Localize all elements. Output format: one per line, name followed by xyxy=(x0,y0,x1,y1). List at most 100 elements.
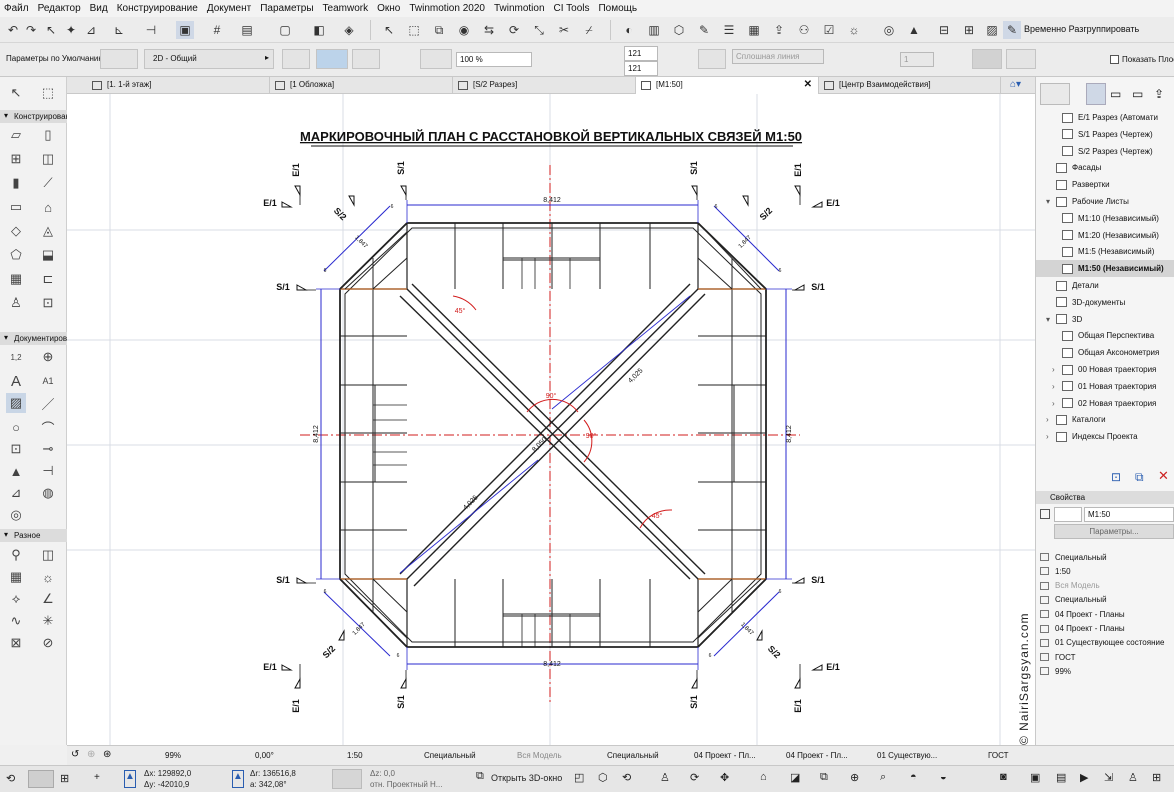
fill-cover-button[interactable] xyxy=(352,49,380,69)
roof-tool-icon[interactable]: ⌂ xyxy=(38,197,58,217)
3d-box-icon[interactable]: ◰ xyxy=(574,771,584,784)
menu-item[interactable]: Twinmotion 2020 xyxy=(409,3,485,14)
light-tool-icon[interactable]: ☼ xyxy=(38,567,58,587)
navigator-item[interactable]: Общая Аксонометрия xyxy=(1036,344,1174,361)
orbit-icon[interactable]: ⟲ xyxy=(622,771,631,784)
navigator-item[interactable]: › Каталоги xyxy=(1036,411,1174,428)
plus-icon[interactable]: + xyxy=(94,772,100,783)
show-plane-checkbox[interactable] xyxy=(1110,55,1119,64)
cube-icon[interactable]: ⬡ xyxy=(598,771,608,784)
menu-item[interactable]: Помощь xyxy=(598,3,637,14)
menu-item[interactable]: Документ xyxy=(207,3,251,14)
line-type-field[interactable]: Сплошная линия xyxy=(732,49,824,64)
model-value[interactable]: Вся Модель xyxy=(517,751,562,760)
pen-icon[interactable]: ✎ xyxy=(695,21,713,39)
drawing-canvas[interactable]: МАРКИРОВОЧНЫЙ ПЛАН С РАССТАНОВКОЙ ВЕРТИК… xyxy=(67,94,1035,745)
window-tool-icon[interactable]: ⊞ xyxy=(6,149,26,169)
worksheet-tool-icon[interactable]: ◍ xyxy=(38,483,58,503)
split-icon[interactable]: ✂ xyxy=(555,21,573,39)
menu-item[interactable]: Teamwork xyxy=(323,3,369,14)
property-row[interactable]: 04 Проект - Планы xyxy=(1040,607,1174,621)
tab-floor-1[interactable]: [1. 1-й этаж] xyxy=(87,77,270,94)
expand-icon[interactable]: › xyxy=(1046,415,1056,424)
eye-icon[interactable]: ◉ xyxy=(455,21,473,39)
menu-item[interactable]: Файл xyxy=(4,3,29,14)
text-tool-icon[interactable]: A xyxy=(6,371,26,391)
navigator-item[interactable]: M1:5 (Независимый) xyxy=(1036,243,1174,260)
tab-cover[interactable]: [1 Обложка] xyxy=(270,77,453,94)
level-tool-icon[interactable]: ⊕ xyxy=(38,347,58,367)
coord-dx[interactable]: Δx: 129892,0 xyxy=(144,769,191,778)
menu-item[interactable]: CI Tools xyxy=(554,3,590,14)
fill-percent-field[interactable]: 100 % xyxy=(456,52,532,67)
publisher-sets-icon[interactable]: ⇪ xyxy=(1154,87,1164,101)
fill-pattern-button[interactable] xyxy=(420,49,452,69)
delta-icon[interactable]: ▲ xyxy=(124,770,136,788)
group-icon[interactable]: ▨ xyxy=(983,21,1001,39)
layer-combo-value[interactable]: 04 Проект - Пл... xyxy=(694,751,756,760)
sun-icon[interactable]: ☼ xyxy=(845,21,863,39)
coord-dz[interactable]: Δz: 0,0 xyxy=(370,769,395,778)
grid-toggle-icon[interactable] xyxy=(28,770,54,788)
pick-up-icon[interactable]: ⊿ xyxy=(82,21,100,39)
navigator-item[interactable]: ▾ Рабочие Листы xyxy=(1036,193,1174,210)
navigator-item[interactable]: Общая Перспектива xyxy=(1036,327,1174,344)
section-marker-icon[interactable]: ⊣ xyxy=(38,461,58,481)
ungroup-icon[interactable]: ✎ xyxy=(1003,21,1021,39)
section-document[interactable]: Документирование xyxy=(0,332,67,345)
expand-icon[interactable]: › xyxy=(1052,365,1062,374)
renovation-value[interactable]: 01 Существую... xyxy=(877,751,937,760)
menu-item[interactable]: Параметры xyxy=(260,3,313,14)
fill-tool-icon[interactable]: ▨ xyxy=(6,393,26,413)
navigator-item[interactable]: › 02 Новая траектория xyxy=(1036,395,1174,412)
lock-icon[interactable]: ⊟ xyxy=(935,21,953,39)
dimension-tool-icon[interactable]: 1,2 xyxy=(6,347,26,367)
rotate-view-icon[interactable]: ⟳ xyxy=(690,771,699,784)
shade-icon[interactable]: ◒ xyxy=(940,771,947,783)
snap-icon[interactable]: ⊾ xyxy=(110,21,128,39)
property-row[interactable]: Вся Модель xyxy=(1040,579,1174,593)
property-row[interactable]: ГОСТ xyxy=(1040,650,1174,664)
curtain-wall-icon[interactable]: ▦ xyxy=(6,269,26,289)
property-row[interactable]: Специальный xyxy=(1040,550,1174,564)
star-tool-icon[interactable]: ✳ xyxy=(38,611,58,631)
export-icon[interactable]: ⇲ xyxy=(1104,771,1113,784)
video-icon[interactable]: ▶ xyxy=(1080,771,1088,784)
tab-overview-icon[interactable]: ⌂▾ xyxy=(1010,79,1021,90)
drawing-tool-icon[interactable]: ⊸ xyxy=(38,439,58,459)
navigator-item[interactable]: › Индексы Проекта xyxy=(1036,428,1174,445)
wall-tool-icon[interactable]: ▱ xyxy=(6,125,26,145)
fill-type-button[interactable] xyxy=(100,49,138,69)
undo-icon[interactable]: ↶ xyxy=(4,21,22,39)
navigator-item[interactable]: M1:20 (Независимый) xyxy=(1036,227,1174,244)
properties-name-field[interactable]: M1:50 xyxy=(1084,507,1174,522)
circle-tool-icon[interactable]: ○ xyxy=(6,417,26,437)
structure-value[interactable]: Специальный xyxy=(424,751,476,760)
person-icon[interactable]: ♙ xyxy=(1128,771,1138,784)
arrow-tool-icon[interactable]: ↖ xyxy=(6,83,26,103)
visibility-icon[interactable]: ◎ xyxy=(880,21,898,39)
navigator-item[interactable]: 3D-документы xyxy=(1036,294,1174,311)
view-dropdown[interactable]: 2D - Общий ▸ xyxy=(144,49,274,69)
arrow-icon[interactable]: ↖ xyxy=(42,21,60,39)
line-pen-button[interactable] xyxy=(698,49,726,69)
select-mode-icon[interactable]: ▣ xyxy=(176,21,194,39)
view-combo-value[interactable]: 04 Проект - Пл... xyxy=(786,751,848,760)
navigator-item[interactable]: E/1 Разрез (Автомати xyxy=(1036,109,1174,126)
fill-view-icon[interactable]: ◓ xyxy=(910,771,917,783)
hotspot-tool-icon[interactable]: ⟡ xyxy=(6,589,26,609)
graduation-icon[interactable]: ▲ xyxy=(905,21,923,39)
label-tool-icon[interactable]: A1 xyxy=(38,371,58,391)
duplicate-icon[interactable]: ⧉ xyxy=(430,21,448,39)
stair-tool-icon[interactable]: ⊏ xyxy=(38,269,58,289)
property-row[interactable]: Специальный xyxy=(1040,593,1174,607)
polyline-tool-icon[interactable]: ⊡ xyxy=(6,439,26,459)
publisher-icon[interactable]: ⇪ xyxy=(770,21,788,39)
settings-view-icon[interactable]: ⧉ xyxy=(1135,470,1144,485)
shell-tool-icon[interactable]: ◇ xyxy=(6,221,26,241)
view-icon[interactable]: ▢ xyxy=(276,21,294,39)
marquee-tool-icon[interactable]: ⬚ xyxy=(38,83,58,103)
align-button-2[interactable] xyxy=(1006,49,1036,69)
section-construct[interactable]: Конструирование xyxy=(0,110,67,123)
photo-icon[interactable]: ▣ xyxy=(1030,771,1040,784)
